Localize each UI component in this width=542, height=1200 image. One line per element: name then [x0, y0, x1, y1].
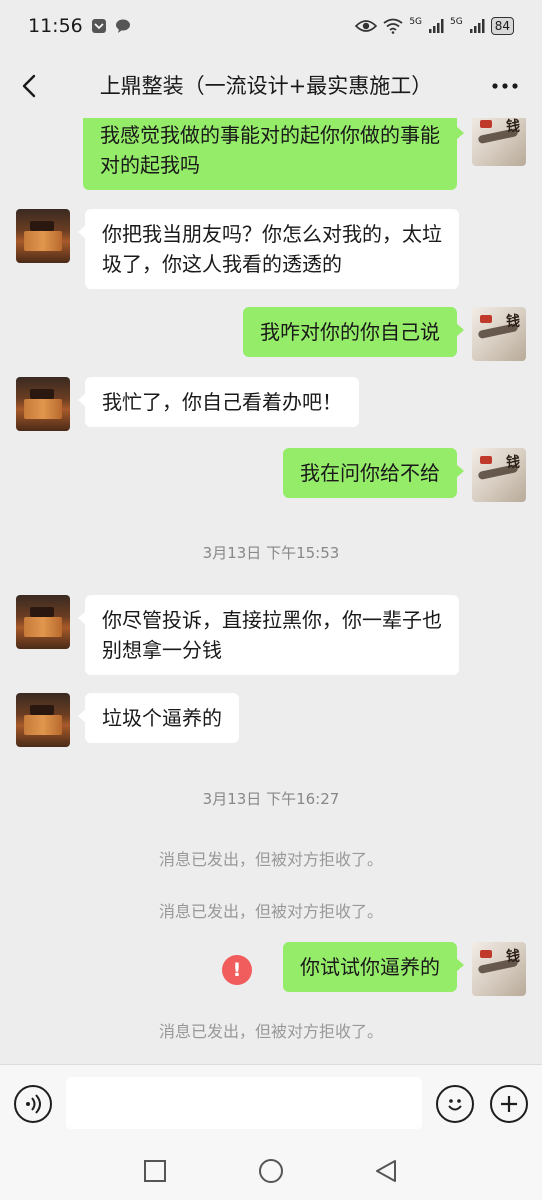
my-avatar[interactable]: 钱 [472, 448, 526, 502]
battery-indicator: 84 [490, 17, 514, 35]
send-failed-icon[interactable]: ! [222, 955, 252, 985]
incoming-message[interactable]: 你把我当朋友吗？你怎么对我的，太垃圾了，你这人我看的透透的 [78, 209, 459, 289]
signal-icon-2 [469, 19, 485, 33]
eye-icon [355, 20, 378, 32]
avatar-glyph: 钱 [506, 455, 520, 471]
chat-header: 上鼎整装（一流设计+最实惠施工） [0, 52, 542, 118]
message-notification-icon [115, 19, 130, 33]
outgoing-message[interactable]: 你试试你逼养的 [283, 942, 464, 992]
signal-icon [429, 19, 444, 33]
contact-avatar[interactable] [16, 595, 70, 649]
incoming-message[interactable]: 你尽管投诉，直接拉黑你，你一辈子也别想拿一分钱 [78, 595, 459, 675]
my-avatar[interactable]: 钱 [472, 942, 526, 996]
voice-icon[interactable] [14, 1085, 52, 1123]
emoji-icon[interactable] [436, 1085, 474, 1123]
plus-icon[interactable] [490, 1085, 528, 1123]
input-bar [0, 1064, 542, 1140]
message-timestamp: 3月13日 下午15:53 [202, 544, 340, 562]
outgoing-message[interactable]: 我在问你给不给 [283, 448, 464, 498]
contact-avatar[interactable] [16, 693, 70, 747]
circle-icon[interactable] [258, 1158, 284, 1184]
status-bar: 11:56 5G 5G 84 [0, 0, 542, 52]
notification-app-icon [91, 19, 106, 33]
system-nav-bar [0, 1140, 542, 1200]
chat-message-list[interactable]: 我感觉我做的事能对的起你你做的事能对的起我吗 钱 你把我当朋友吗？你怎么对我的，… [0, 118, 542, 1064]
status-time: 11:56 [28, 15, 83, 37]
battery-level: 84 [494, 19, 510, 33]
square-icon[interactable] [142, 1158, 168, 1184]
outgoing-message[interactable]: 我感觉我做的事能对的起你你做的事能对的起我吗 [83, 118, 464, 190]
outgoing-message[interactable]: 我咋对你的你自己说 [243, 307, 464, 357]
wifi-icon [383, 18, 403, 34]
avatar-glyph: 钱 [506, 949, 520, 965]
incoming-message[interactable]: 垃圾个逼养的 [78, 693, 239, 743]
contact-avatar[interactable] [16, 377, 70, 431]
network-type-2: 5G [450, 17, 463, 27]
message-input[interactable] [66, 1077, 422, 1129]
chat-title: 上鼎整装（一流设计+最实惠施工） [99, 74, 433, 98]
triangle-back-icon[interactable] [373, 1158, 399, 1184]
rejected-notice: 消息已发出，但被对方拒收了。 [158, 1022, 383, 1041]
rejected-notice: 消息已发出，但被对方拒收了。 [158, 850, 383, 869]
my-avatar[interactable]: 钱 [472, 307, 526, 361]
chevron-left-icon[interactable] [16, 72, 44, 100]
message-timestamp: 3月13日 下午16:27 [202, 790, 340, 808]
rejected-notice: 消息已发出，但被对方拒收了。 [158, 902, 383, 921]
more-dots-icon[interactable] [490, 74, 520, 98]
my-avatar[interactable]: 钱 [472, 118, 526, 166]
network-type-1: 5G [409, 17, 423, 27]
contact-avatar[interactable] [16, 209, 70, 263]
incoming-message[interactable]: 我忙了，你自己看着办吧！ [78, 377, 359, 427]
avatar-glyph: 钱 [506, 119, 520, 135]
avatar-glyph: 钱 [506, 314, 520, 330]
